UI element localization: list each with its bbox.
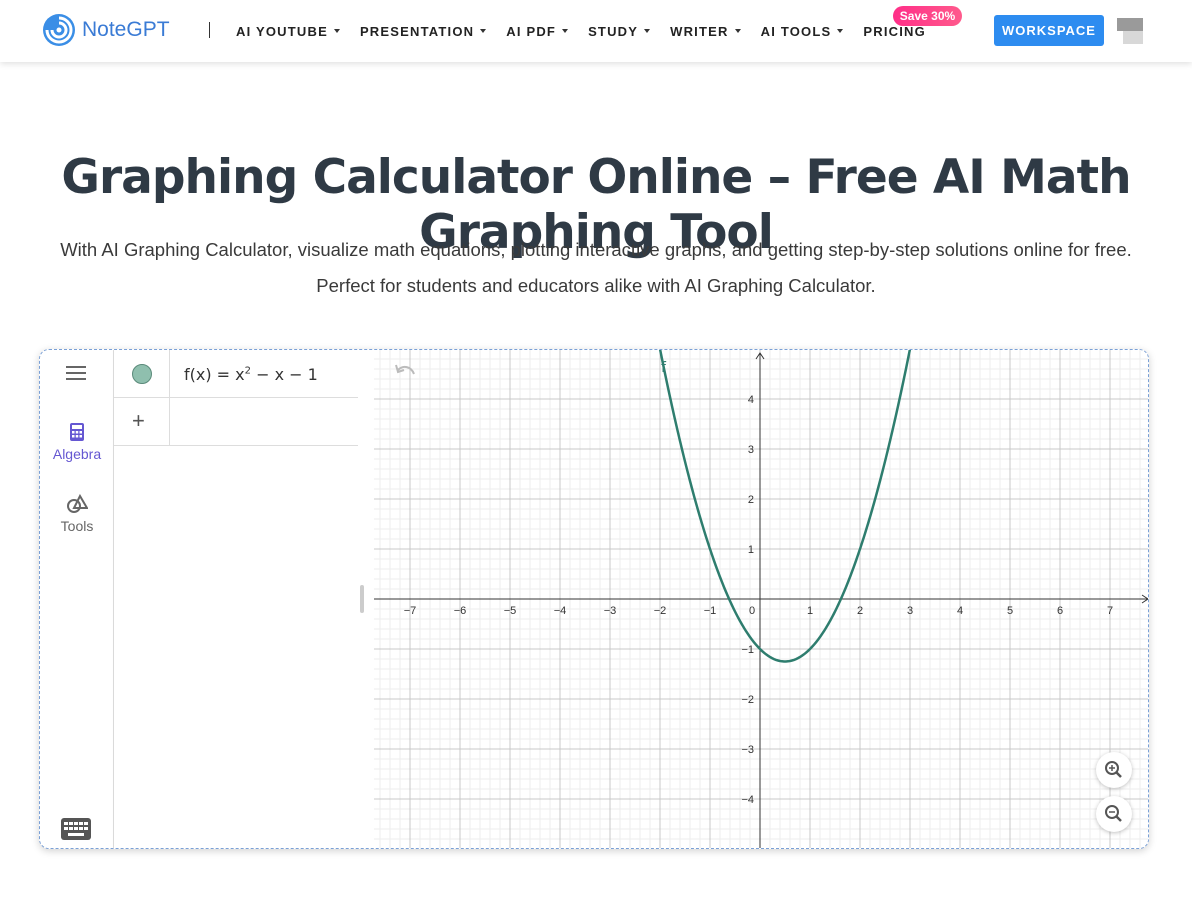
y-tick-label: −1 — [741, 644, 754, 656]
calculator-sidebar: Algebra Tools — [40, 350, 114, 848]
undo-icon[interactable] — [394, 364, 416, 380]
y-tick-label: −4 — [741, 794, 754, 806]
shapes-icon — [67, 494, 88, 513]
tab-tools[interactable]: Tools — [40, 494, 114, 534]
tab-algebra[interactable]: Algebra — [40, 422, 114, 462]
chevron-down-icon — [480, 29, 487, 33]
tab-algebra-label: Algebra — [52, 446, 102, 462]
chevron-down-icon — [333, 29, 340, 33]
zoom-out-icon — [1105, 805, 1122, 822]
nav-item-ai-pdf[interactable]: AI PDF — [506, 24, 569, 39]
graph-canvas[interactable]: −7 −6 −5 −4 −3 −2 −1 0 1 2 3 4 5 6 74321−1−2−3−4f — [374, 350, 1149, 848]
y-tick-label: 3 — [748, 444, 754, 456]
workspace-button[interactable]: WORKSPACE — [994, 15, 1104, 46]
panel-resize-handle[interactable] — [360, 585, 364, 613]
x-tick-label: 0 — [749, 605, 755, 617]
x-tick-label: −2 — [654, 605, 667, 617]
logo[interactable]: NoteGPT — [42, 12, 170, 48]
new-expression-row[interactable]: + — [114, 398, 358, 446]
algebra-panel: f(x) = x2 − x − 1 + — [114, 350, 374, 848]
x-tick-label: 6 — [1057, 605, 1063, 617]
x-tick-label: 3 — [907, 605, 913, 617]
y-tick-label: −3 — [741, 744, 754, 756]
expression-text[interactable]: f(x) = x2 − x − 1 — [184, 365, 318, 384]
y-tick-label: 2 — [748, 494, 754, 506]
x-tick-label: 4 — [957, 605, 963, 617]
nav-item-ai-tools[interactable]: AI TOOLS — [761, 24, 844, 39]
avatar[interactable] — [1117, 18, 1143, 44]
chevron-down-icon — [837, 29, 844, 33]
top-navbar: NoteGPT AI YOUTUBE PRESENTATION AI PDF STUD… — [0, 0, 1192, 62]
x-tick-label: −4 — [554, 605, 567, 617]
y-tick-label: 1 — [748, 544, 754, 556]
y-tick-label: 4 — [748, 394, 754, 406]
x-tick-label: −7 — [404, 605, 417, 617]
x-tick-label: 2 — [857, 605, 863, 617]
chevron-down-icon — [734, 29, 741, 33]
keyboard-icon[interactable] — [61, 818, 91, 840]
save-badge: Save 30% — [893, 6, 962, 26]
zoom-out-button[interactable] — [1096, 796, 1132, 832]
logo-text: NoteGPT — [82, 18, 170, 41]
nav-item-ai-youtube[interactable]: AI YOUTUBE — [236, 24, 340, 39]
page-subtitle: With AI Graphing Calculator, visualize m… — [60, 239, 1132, 296]
x-tick-label: −5 — [504, 605, 517, 617]
x-tick-label: −3 — [604, 605, 617, 617]
visibility-toggle[interactable] — [132, 364, 152, 384]
nav-item-writer[interactable]: WRITER — [670, 24, 741, 39]
calculator-icon — [70, 423, 84, 441]
x-tick-label: 5 — [1007, 605, 1013, 617]
x-tick-label: 1 — [807, 605, 813, 617]
x-tick-label: −1 — [704, 605, 717, 617]
tab-tools-label: Tools — [60, 518, 94, 534]
chevron-down-icon — [644, 29, 651, 33]
x-tick-label: 7 — [1107, 605, 1113, 617]
notegpt-logo-icon — [43, 14, 75, 46]
zoom-in-button[interactable] — [1096, 752, 1132, 788]
x-tick-label: −6 — [454, 605, 467, 617]
nav-item-presentation[interactable]: PRESENTATION — [360, 24, 487, 39]
y-tick-label: −2 — [741, 694, 754, 706]
menu-icon[interactable] — [66, 366, 86, 384]
chevron-down-icon — [562, 29, 569, 33]
zoom-in-icon — [1105, 761, 1122, 778]
add-icon[interactable]: + — [132, 408, 145, 434]
header-divider — [209, 22, 210, 38]
nav-item-study[interactable]: STUDY — [588, 24, 651, 39]
main-nav: AI YOUTUBE PRESENTATION AI PDF STUDY WRITER A… — [236, 22, 946, 40]
graphing-calculator: Algebra Tools f(x) = x2 − x − 1 + −7 −6 −5… — [39, 349, 1149, 849]
expression-row[interactable]: f(x) = x2 − x − 1 — [114, 350, 358, 398]
